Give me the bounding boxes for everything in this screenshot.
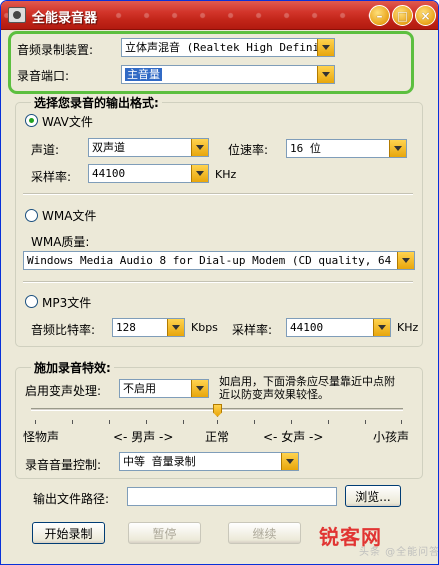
chevron-down-icon[interactable] (281, 453, 298, 470)
voice-change-select[interactable]: 不启用 (119, 379, 209, 398)
slider-label-normal: 正常 (205, 430, 230, 444)
close-icon: × (420, 8, 431, 23)
wma-quality-select-value: Windows Media Audio 8 for Dial-up Modem … (27, 254, 415, 267)
port-select-value: 主音量 (125, 68, 162, 81)
channel-select-value: 双声道 (92, 141, 125, 154)
volume-label: 录音音量控制: (25, 458, 102, 472)
slider-label-female: <- 女声 -> (263, 430, 324, 444)
wma-label[interactable]: WMA文件 (42, 207, 96, 224)
slider-tick (35, 420, 36, 424)
wav-sample-select[interactable]: 44100 (88, 164, 209, 183)
wav-bitrate-label: 位速率: (228, 143, 269, 157)
volume-select-value: 中等 音量录制 (123, 455, 196, 468)
output-path-input[interactable] (127, 487, 337, 506)
resume-button[interactable]: 继续 (228, 522, 301, 544)
chevron-down-icon[interactable] (167, 319, 184, 336)
slider-label-monster: 怪物声 (23, 430, 60, 444)
slider-tick (109, 420, 110, 424)
minimize-icon: – (376, 8, 383, 23)
wav-sample-label: 采样率: (31, 170, 72, 184)
device-label: 音频录制装置: (17, 43, 94, 57)
mp3-radio[interactable] (25, 295, 38, 308)
slider-tick (291, 420, 292, 424)
chevron-down-icon[interactable] (389, 140, 406, 157)
wav-label[interactable]: WAV文件 (42, 113, 93, 130)
mp3-sample-select-value: 44100 (290, 321, 324, 334)
slider-tick (328, 420, 329, 424)
start-record-button[interactable]: 开始录制 (32, 522, 105, 544)
slider-tick (217, 420, 218, 424)
divider (23, 281, 413, 283)
mp3-bitrate-select-value: 128 (116, 321, 136, 334)
channel-select[interactable]: 双声道 (88, 138, 209, 157)
wav-radio[interactable] (25, 114, 38, 127)
divider (23, 193, 413, 195)
wav-bitrate-select[interactable]: 16 位 (286, 139, 407, 158)
chevron-down-icon[interactable] (373, 319, 390, 336)
browse-button[interactable]: 浏览... (345, 485, 401, 507)
chevron-down-icon[interactable] (191, 380, 208, 397)
watermark: 锐客网 头条 @全能问答 (319, 521, 438, 558)
minimize-button[interactable]: – (369, 5, 390, 26)
device-select-value: 立体声混音 (Realtek High Definit (125, 41, 326, 54)
title-bar[interactable]: 全能录音器 – □ × (1, 1, 438, 30)
slider-label-child: 小孩声 (373, 430, 410, 444)
watermark-sub: 头条 @全能问答 (359, 547, 439, 558)
close-button[interactable]: × (415, 5, 436, 26)
pause-button[interactable]: 暂停 (128, 522, 201, 544)
volume-select[interactable]: 中等 音量录制 (119, 452, 299, 471)
voice-change-label: 启用变声处理: (25, 384, 102, 398)
chevron-down-icon[interactable] (191, 139, 208, 156)
mp3-bitrate-label: 音频比特率: (31, 323, 96, 337)
mp3-bitrate-unit: Kbps (191, 321, 218, 334)
voice-change-hint: 如启用，下面滑条应尽量靠近中点附近以防变声效果较怪。 (219, 375, 395, 401)
chevron-down-icon[interactable] (317, 66, 334, 83)
mp3-sample-label: 采样率: (232, 323, 273, 337)
channel-label: 声道: (31, 143, 60, 157)
wma-quality-label: WMA质量: (31, 235, 90, 249)
slider-tick (72, 420, 73, 424)
app-icon[interactable] (8, 7, 26, 23)
wma-radio[interactable] (25, 209, 38, 222)
slider-tick (254, 420, 255, 424)
port-select[interactable]: 主音量 (121, 65, 335, 84)
mp3-sample-unit: KHz (397, 321, 419, 334)
slider-tick (401, 420, 402, 424)
chevron-down-icon[interactable] (317, 39, 334, 56)
mp3-sample-select[interactable]: 44100 (286, 318, 391, 337)
wma-quality-select[interactable]: Windows Media Audio 8 for Dial-up Modem … (23, 251, 415, 270)
output-path-label: 输出文件路径: (33, 492, 110, 506)
maximize-icon: □ (396, 8, 409, 23)
chevron-down-icon[interactable] (191, 165, 208, 182)
slider-label-male: <- 男声 -> (113, 430, 174, 444)
format-group-title: 选择您录音的输出格式: (31, 94, 162, 111)
mp3-label[interactable]: MP3文件 (42, 294, 91, 311)
window-title: 全能录音器 (32, 11, 98, 26)
effects-group-title: 施加录音特效: (31, 359, 114, 376)
mp3-bitrate-select[interactable]: 128 (112, 318, 185, 337)
chevron-down-icon[interactable] (397, 252, 414, 269)
device-select[interactable]: 立体声混音 (Realtek High Definit (121, 38, 335, 57)
wav-sample-unit: KHz (215, 168, 237, 181)
wav-sample-select-value: 44100 (92, 167, 126, 180)
maximize-button[interactable]: □ (392, 5, 413, 26)
wav-bitrate-select-value: 16 位 (290, 142, 321, 155)
app-window: 全能录音器 – □ × 音频录制装置: 立体声混音 (Realtek High … (0, 0, 439, 565)
slider-tick (146, 420, 147, 424)
slider-tick (365, 420, 366, 424)
port-label: 录音端口: (17, 69, 70, 83)
voice-change-select-value: 不启用 (123, 382, 156, 395)
slider-tick (183, 420, 184, 424)
